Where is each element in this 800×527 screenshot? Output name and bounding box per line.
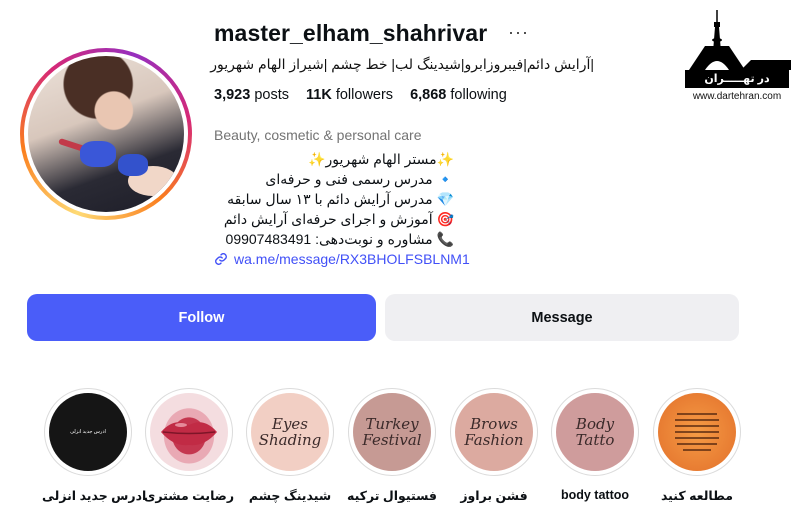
highlight-cover: Body Tatto xyxy=(556,393,634,471)
highlight-label: فشن براوز xyxy=(460,489,528,503)
highlight-cover: Turkey Festival xyxy=(353,393,431,471)
posts-count: 3,923 xyxy=(214,87,251,103)
highlight-cover-text: Body Tatto xyxy=(575,415,615,449)
highlight-cover-text: Eyes Shading xyxy=(258,415,322,449)
highlight-label: شیدینگ چشم xyxy=(248,489,332,503)
tower-icon xyxy=(689,10,791,70)
follow-button[interactable]: Follow xyxy=(27,294,376,341)
followers-count: 11K xyxy=(306,87,332,103)
highlight-label: مطالعه کنید xyxy=(660,489,734,503)
posts-label: posts xyxy=(254,87,289,103)
message-button[interactable]: Message xyxy=(385,294,739,341)
highlight-cover-text: Brows Fashion xyxy=(464,415,524,449)
profile-avatar[interactable] xyxy=(20,48,192,220)
highlight-cover: ادرس جدید انزلی xyxy=(49,393,127,471)
highlight-cover: Eyes Shading xyxy=(251,393,329,471)
profile-link[interactable]: wa.me/message/RX3BHOLFSBLNM1 xyxy=(214,251,470,267)
following-stat[interactable]: 6,868 following xyxy=(410,87,507,103)
bio-line: 🎯 آموزش و اجرای حرفه‌ای آرایش دائم xyxy=(223,211,454,227)
following-count: 6,868 xyxy=(410,87,447,103)
highlight-cover xyxy=(658,393,736,471)
bio: ✨مستر الهام شهریور✨ 🔹 مدرس رسمی فنی و حر… xyxy=(214,149,514,249)
profile-stats: 3,923 posts 11K followers 6,868 followin… xyxy=(214,87,507,103)
category-label: Beauty, cosmetic & personal care xyxy=(214,127,422,143)
posts-stat[interactable]: 3,923 posts xyxy=(214,87,289,103)
lips-icon xyxy=(161,422,217,446)
following-label: following xyxy=(450,87,507,103)
highlight-item[interactable]: ادرس جدید انزلی ادرس جدید انزلی xyxy=(42,388,147,503)
story-highlights: ادرس جدید انزلی ادرس جدید انزلی رضایت مش… xyxy=(0,388,800,518)
highlight-cover-text: Turkey Festival xyxy=(362,415,422,449)
highlight-item[interactable]: Eyes Shading شیدینگ چشم xyxy=(244,388,336,503)
highlight-label: فستیوال ترکیه xyxy=(347,489,437,503)
highlight-cover: Brows Fashion xyxy=(455,393,533,471)
followers-label: followers xyxy=(335,87,394,103)
avatar-photo xyxy=(28,56,184,212)
highlight-label: ادرس جدید انزلی xyxy=(42,489,147,503)
highlight-label: body tattoo xyxy=(560,488,630,502)
bio-line: ✨مستر الهام شهریور✨ xyxy=(308,151,454,167)
highlight-item[interactable]: Turkey Festival فستیوال ترکیه xyxy=(346,388,438,503)
highlight-cover xyxy=(150,393,228,471)
profile-link-text: wa.me/message/RX3BHOLFSBLNM1 xyxy=(234,251,470,267)
more-options-icon[interactable]: ··· xyxy=(508,22,529,43)
link-icon xyxy=(215,253,227,265)
bio-line: 💎 مدرس آرایش دائم با ۱۳ سال سابقه xyxy=(227,191,454,207)
username: master_elham_shahrivar xyxy=(214,20,488,46)
watermark-logo: در تهـــــران www.dartehran.com xyxy=(683,8,791,103)
watermark-bar: در تهـــــران xyxy=(685,70,789,88)
highlight-item[interactable]: رضایت مشتری xyxy=(143,388,235,503)
watermark-url: www.dartehran.com xyxy=(692,91,782,102)
followers-stat[interactable]: 11K followers xyxy=(306,87,393,103)
bio-line: 🔹 مدرس رسمی فنی و حرفه‌ای xyxy=(265,171,454,187)
highlight-item[interactable]: Brows Fashion فشن براوز xyxy=(448,388,540,503)
highlight-label: رضایت مشتری xyxy=(143,489,235,503)
highlight-cover-text: ادرس جدید انزلی xyxy=(70,428,106,435)
highlight-item[interactable]: مطالعه کنید xyxy=(651,388,743,503)
full-name: |آرایش دائم|فیبروزابرو|شیدینگ لب| خط چشم… xyxy=(210,56,594,72)
highlight-item[interactable]: Body Tatto body tattoo xyxy=(549,388,641,502)
bio-line: 📞 مشاوره و نوبت‌دهی: 09907483491 xyxy=(225,231,454,247)
text-lines-icon xyxy=(675,413,719,451)
